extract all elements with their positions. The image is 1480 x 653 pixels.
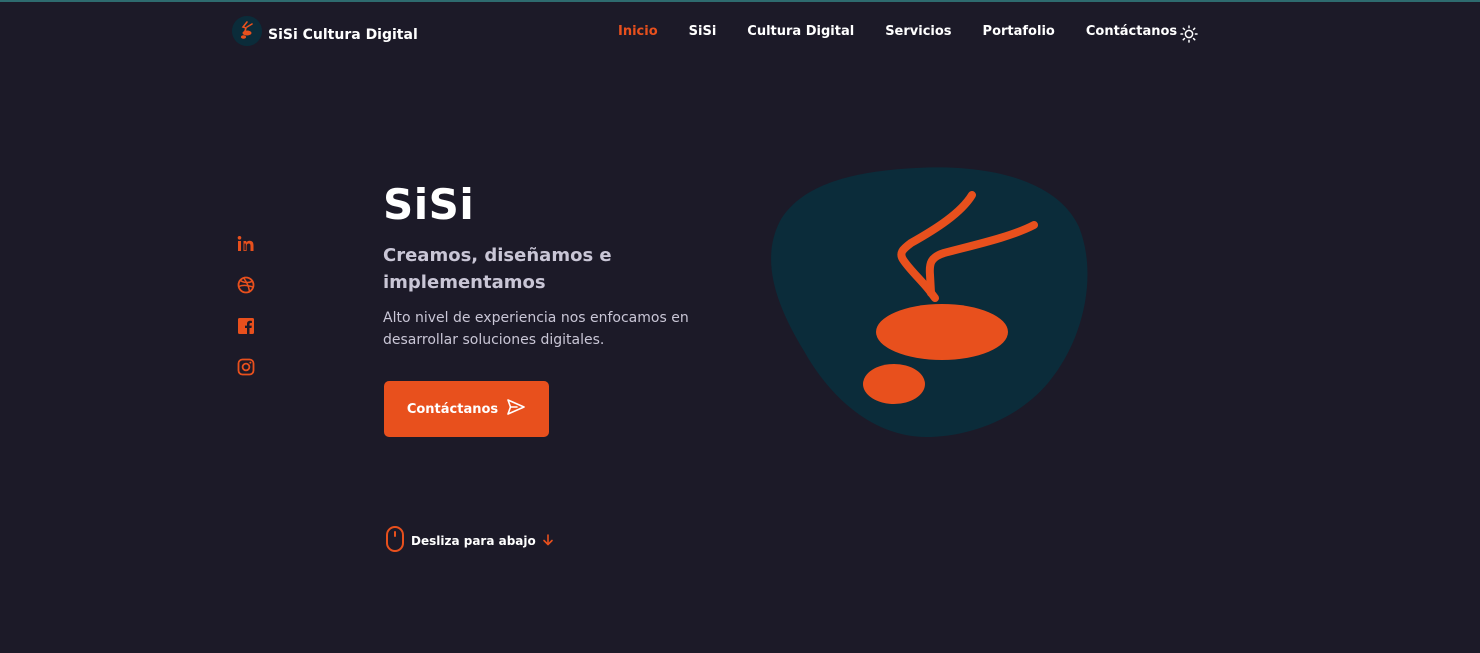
brand-name: SiSi Cultura Digital [268, 27, 418, 43]
contact-cta-button[interactable]: Contáctanos [384, 381, 549, 437]
social-links [236, 234, 256, 398]
send-icon [506, 398, 526, 420]
top-accent-line [0, 0, 1480, 2]
nav-item-inicio[interactable]: Inicio [618, 24, 658, 39]
scroll-label: Desliza para abajo [411, 534, 536, 548]
linkedin-icon[interactable] [236, 234, 256, 254]
sisi-mascot-icon [766, 165, 1092, 441]
nav-item-servicios[interactable]: Servicios [885, 24, 951, 39]
logo-link[interactable]: SiSi Cultura Digital [232, 16, 418, 46]
nav-item-sisi[interactable]: SiSi [689, 24, 717, 39]
cta-label: Contáctanos [406, 401, 499, 417]
nav-item-portafolio[interactable]: Portafolio [983, 24, 1055, 39]
mouse-icon [385, 525, 405, 557]
nav-item-cultura-digital[interactable]: Cultura Digital [747, 24, 854, 39]
main-nav: Inicio SiSi Cultura Digital Servicios Po… [618, 24, 1208, 39]
hero-title: SiSi [383, 180, 475, 229]
sisi-logo-icon [232, 16, 262, 46]
arrow-down-icon [542, 532, 554, 551]
facebook-icon[interactable] [236, 316, 256, 336]
theme-toggle-sun-icon[interactable] [1180, 25, 1198, 43]
scroll-down-link[interactable]: Desliza para abajo [385, 525, 554, 557]
dribbble-icon[interactable] [236, 275, 256, 295]
instagram-icon[interactable] [236, 357, 256, 377]
hero-subtitle: Creamos, diseñamos e implementamos [383, 245, 612, 293]
hero-description: Alto nivel de experiencia nos enfocamos … [383, 310, 689, 348]
nav-item-contactanos[interactable]: Contáctanos [1086, 24, 1177, 39]
